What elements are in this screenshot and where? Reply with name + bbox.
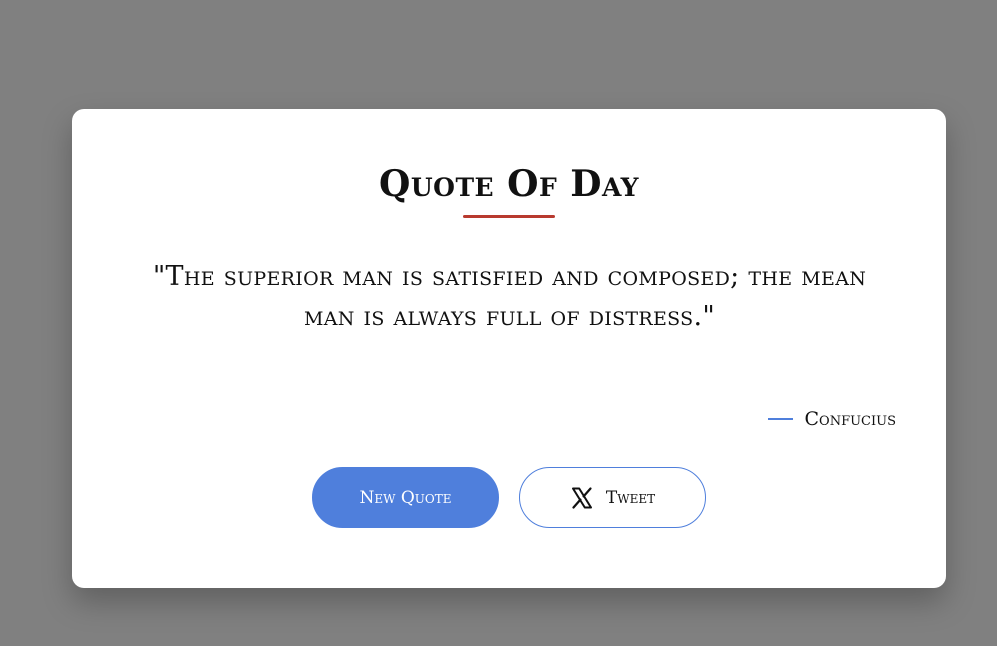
tweet-label: Tweet — [605, 487, 656, 508]
new-quote-button[interactable]: New Quote — [312, 467, 499, 528]
x-logo-icon — [570, 486, 594, 510]
author-dash — [767, 418, 793, 420]
title-underline — [463, 215, 555, 218]
quote-card: Quote Of Day "The superior man is satisf… — [72, 109, 946, 588]
tweet-button[interactable]: Tweet — [519, 467, 706, 528]
quote-author: Confucius — [804, 408, 897, 430]
quote-text: "The superior man is satisfied and compo… — [152, 261, 867, 332]
page-title: Quote Of Day — [379, 163, 639, 205]
author-row: Confucius — [767, 407, 897, 431]
new-quote-label: New Quote — [359, 487, 452, 508]
